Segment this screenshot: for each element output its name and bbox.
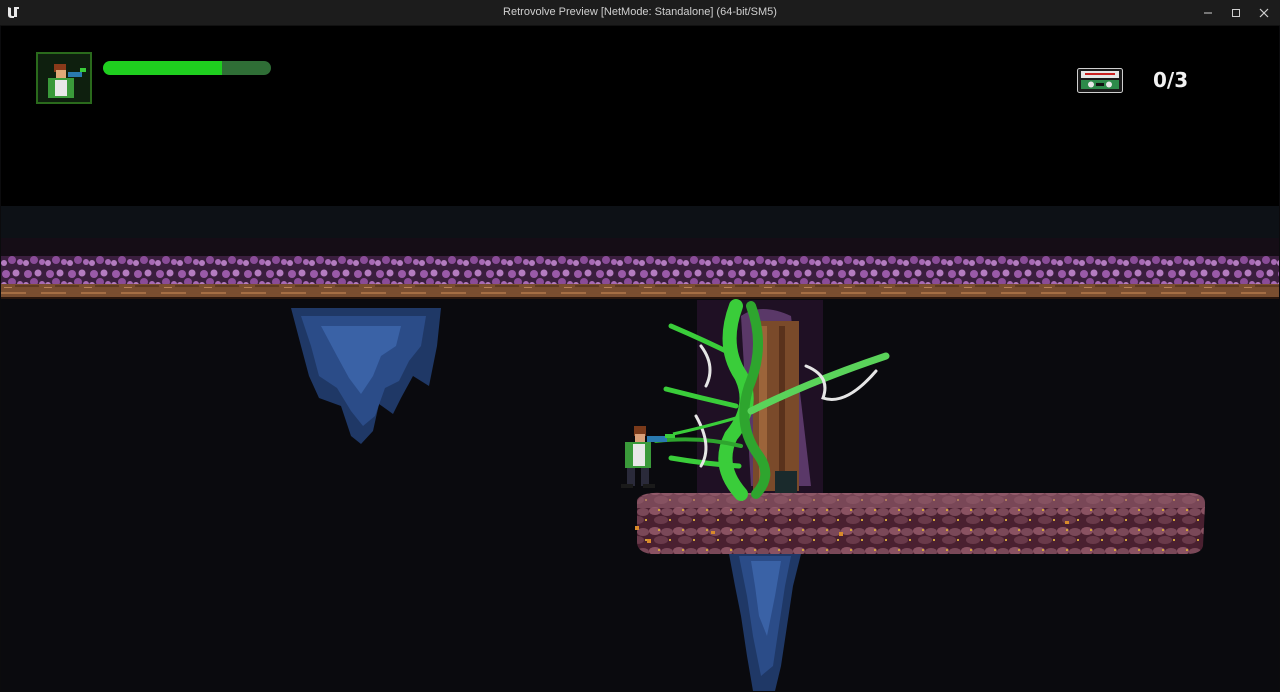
close-button[interactable] (1250, 0, 1278, 25)
maximize-icon (1232, 8, 1240, 17)
maximize-button[interactable] (1222, 0, 1250, 25)
cassette-tape-icon (1077, 68, 1123, 93)
health-bar (103, 61, 271, 75)
rocky-platform (635, 492, 1206, 554)
player-portrait (36, 52, 92, 104)
collectibles-counter: 0/3 (1153, 68, 1189, 92)
ceiling-wooden-beam (1, 284, 1279, 298)
health-bar-fill (103, 61, 223, 75)
window-title: Retrovolve Preview [NetMode: Standalone]… (503, 6, 777, 18)
minimize-icon (1204, 12, 1212, 13)
distant-cave-band (1, 206, 1279, 238)
minimize-button[interactable] (1194, 0, 1222, 25)
ceiling-rock-strip (1, 256, 1279, 284)
player-portrait-icon (38, 54, 90, 102)
close-icon (1259, 8, 1269, 17)
game-window: Retrovolve Preview [NetMode: Standalone]… (0, 0, 1280, 692)
title-bar[interactable]: Retrovolve Preview [NetMode: Standalone]… (0, 0, 1280, 26)
game-viewport[interactable]: 0/3 (1, 26, 1279, 691)
game-scene (1, 26, 1279, 691)
